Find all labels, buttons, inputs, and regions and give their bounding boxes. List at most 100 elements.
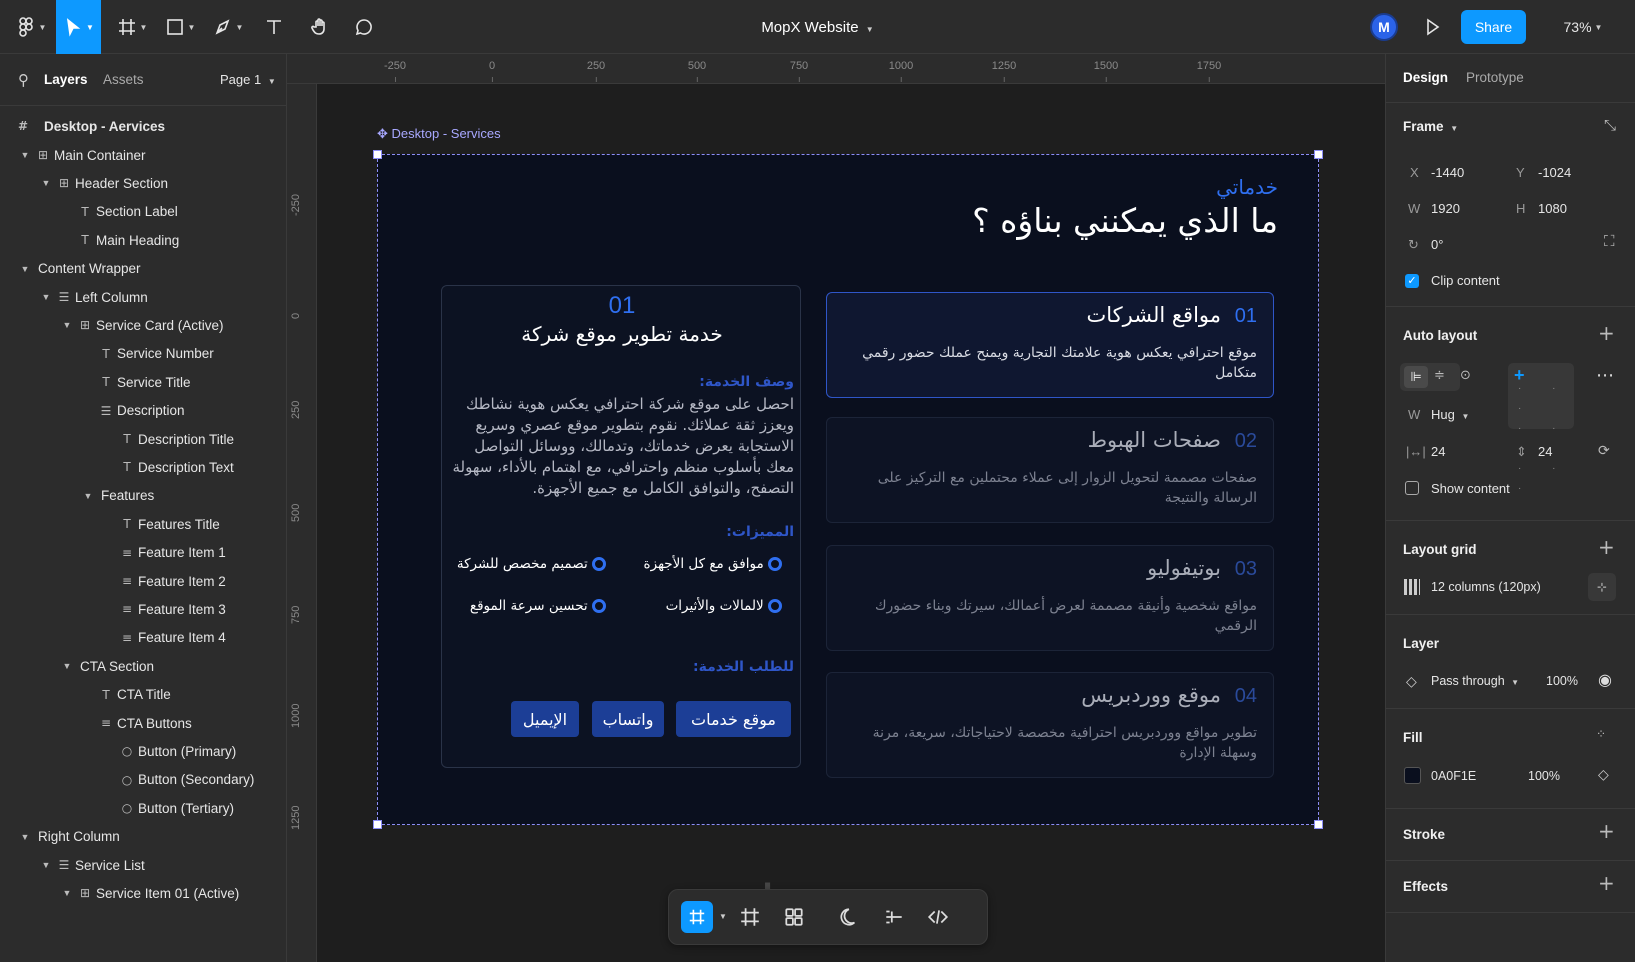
add-layout-grid-icon[interactable]: + [1598,535,1615,559]
expand-caret-icon[interactable]: ▼ [18,264,32,274]
layer-row[interactable]: T Features Title [102,510,219,538]
layout-grid-value[interactable]: 12 columns (120px) [1431,580,1541,594]
layer-row[interactable]: T Main Heading [60,226,179,254]
resize-handle-top-left[interactable] [373,150,382,159]
present-button[interactable] [1412,0,1452,54]
tab-assets[interactable]: Assets [103,72,144,87]
frame-label[interactable]: ✥ Desktop - Services [377,126,501,142]
align-center-icon[interactable]: ≑ [1434,367,1445,383]
expand-caret-icon[interactable]: ▼ [39,292,53,302]
design-canvas[interactable]: -250 0 250 500 750 1000 1250 1500 1750 -250 0 250 5… [287,54,1385,962]
service-item-04[interactable]: 04 موقع ووردبريس تطوير مواقع ووردبريس احتر… [826,672,1274,778]
clip-content-checkbox[interactable]: ✓ [1405,274,1419,288]
resize-handle-top-right[interactable] [1314,150,1323,159]
layer-row[interactable]: ▼ Content Wrapper [18,255,141,283]
frame-section-title[interactable]: Frame ▼ [1403,119,1458,134]
layer-row[interactable]: T Description Title [102,425,234,453]
layer-row[interactable]: T Service Number [81,340,213,368]
resize-handle-bottom-right[interactable] [1314,820,1323,829]
add-effect-icon[interactable]: + [1598,871,1615,895]
layer-row[interactable]: ▼ Right Column [18,823,120,851]
add-stroke-icon[interactable]: + [1598,819,1615,843]
grid-settings-icon[interactable]: ⊹ [1588,573,1616,601]
layer-row[interactable]: ○ Button (Secondary) [102,766,255,794]
resize-handle-bottom-left[interactable] [373,820,382,829]
tab-design[interactable]: Design [1403,70,1448,85]
design-mode-button[interactable] [681,901,713,933]
align-left-icon[interactable]: ⊫ [1404,366,1428,388]
layer-row[interactable]: ○ Button (Tertiary) [102,794,234,822]
pen-tool-button[interactable]: ▼ [206,0,250,54]
tab-layers[interactable]: Layers [44,72,88,87]
expand-caret-icon[interactable]: ▼ [60,888,74,898]
layer-row[interactable]: T CTA Title [81,681,170,709]
service-card-active[interactable]: 01 خدمة تطوير موقع شركة وصف الخدمة: احصل… [441,285,801,768]
width-mode-dropdown[interactable]: Hug ▼ [1431,407,1469,422]
layer-row[interactable]: ▼ ⊞ Header Section [39,169,169,197]
show-content-checkbox[interactable] [1405,481,1419,495]
page-selector[interactable]: Page 1 ▼ [220,72,276,87]
layer-row[interactable]: ○ Button (Primary) [102,737,237,765]
frame-tool-button[interactable]: ▼ [110,0,154,54]
height-input[interactable]: 1080 [1538,201,1567,216]
layer-row[interactable]: ▼ ⊞ Service Item 01 (Active) [60,879,240,907]
expand-caret-icon[interactable]: ▼ [60,320,74,330]
resize-to-fit-icon[interactable]: ⤡ [1604,117,1616,134]
layer-row[interactable]: T Section Label [60,198,177,226]
service-item-03[interactable]: 03 بوتيفوليو مواقع شخصية وأنيقة مصممة لعرض… [826,545,1274,651]
layer-row[interactable]: ▼ ⊞ Service Card (Active) [60,311,224,339]
layer-row[interactable]: ▼ CTA Section [60,652,155,680]
slice-button[interactable] [883,906,905,931]
expand-caret-icon[interactable]: ▼ [18,150,32,160]
gap-input[interactable]: 24 [1431,444,1445,459]
layer-row[interactable]: ☰ Description [81,397,185,425]
layer-row[interactable]: ≡ Feature Item 3 [102,595,226,623]
service-item-02[interactable]: 02 صفحات الهبوط صفحات مصممة لتحويل الزوار … [826,417,1274,523]
tab-prototype[interactable]: Prototype [1466,70,1524,85]
fill-visibility-icon[interactable]: ◇ [1598,766,1609,783]
search-icon[interactable]: ⚲ [18,71,29,89]
y-input[interactable]: -1024 [1538,165,1571,180]
expand-caret-icon[interactable]: ▼ [39,860,53,870]
width-input[interactable]: 1920 [1431,201,1460,216]
layer-row[interactable]: ≡ CTA Buttons [81,709,192,737]
expand-caret-icon[interactable]: ▼ [39,178,53,188]
fill-color-swatch[interactable] [1404,767,1421,784]
padding-input[interactable]: 24 [1538,444,1552,459]
fill-styles-icon[interactable]: ⁘ [1596,727,1608,741]
chevron-down-icon[interactable]: ▼ [719,912,727,921]
document-title-button[interactable]: MopX Website ▼ [761,19,873,36]
fill-hex-input[interactable]: 0A0F1E [1431,769,1476,783]
zoom-dropdown[interactable]: 73% ▼ [1548,0,1618,54]
hand-tool-button[interactable] [300,0,340,54]
expand-caret-icon[interactable]: ▼ [18,832,32,842]
layer-row[interactable]: T Service Title [81,368,190,396]
layer-row[interactable]: ≡ Feature Item 4 [102,624,226,652]
button-primary[interactable]: موقع خدمات [676,701,791,737]
corner-radius-icon[interactable]: ⛶ [1604,233,1615,250]
alignment-grid[interactable]: + · · · · · · · · · [1508,363,1574,494]
dev-mode-button[interactable] [927,906,949,931]
dark-mode-button[interactable] [839,906,861,931]
layer-row[interactable]: ▼ ☰ Service List [39,851,145,879]
padding-options-icon[interactable]: ⟳ [1598,442,1610,459]
text-tool-button[interactable] [256,0,292,54]
more-options-icon[interactable]: ⋯ [1596,365,1614,386]
eye-icon[interactable]: ◉ [1598,670,1612,690]
rotation-input[interactable]: 0° [1431,237,1443,252]
comment-tool-button[interactable] [344,0,384,54]
main-menu-button[interactable]: ▼ [8,0,54,54]
share-button[interactable]: Share [1461,10,1526,44]
blend-mode-dropdown[interactable]: Pass through ▼ [1431,674,1519,688]
x-input[interactable]: -1440 [1431,165,1464,180]
expand-caret-icon[interactable]: ▼ [60,661,74,671]
service-item-01[interactable]: 01 مواقع الشركات موقع احترافي يعكس هوية عل… [826,292,1274,398]
move-tool-button[interactable]: ▼ [56,0,101,54]
layer-row[interactable]: ▼ ⊞ Main Container [18,141,146,169]
add-auto-layout-icon[interactable]: + [1598,321,1615,345]
layer-row[interactable]: T Description Text [102,453,233,481]
button-tertiary[interactable]: الإيميل [511,701,579,737]
button-secondary[interactable]: واتساب [592,701,664,737]
components-button[interactable] [783,906,805,931]
fill-opacity-input[interactable]: 100% [1528,769,1560,783]
